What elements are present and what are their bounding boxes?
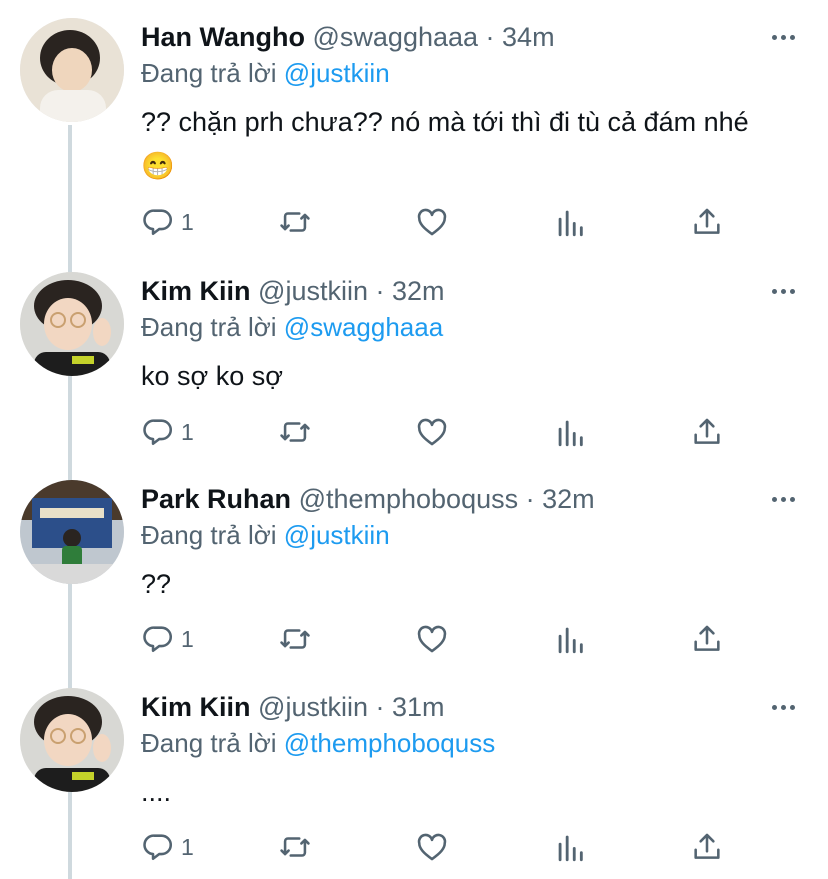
replying-to: Đang trả lời @justkiin — [141, 518, 390, 552]
reply-icon — [143, 419, 173, 446]
action-bar: 1 — [141, 202, 741, 242]
park-ruhan-avatar — [20, 480, 124, 584]
user-handle[interactable]: @themphoboquss — [299, 484, 519, 514]
timestamp[interactable]: · 34m — [486, 22, 555, 52]
share-button[interactable] — [690, 412, 724, 452]
tweet-header: Han Wangho @swagghaaa · 34m — [141, 20, 555, 54]
tweet[interactable]: Han Wangho @swagghaaa · 34m Đang trả lời… — [0, 0, 828, 237]
retweet-button[interactable] — [278, 202, 312, 242]
display-name[interactable]: Park Ruhan — [141, 484, 291, 514]
retweet-icon — [280, 837, 310, 857]
tweet-text: ?? chặn prh chưa?? nó mà tới thì đi tù c… — [141, 107, 749, 181]
share-button[interactable] — [690, 619, 724, 659]
share-icon — [694, 833, 720, 859]
user-handle[interactable]: @justkiin — [258, 692, 368, 722]
user-handle[interactable]: @swagghaaa — [313, 22, 479, 52]
retweet-button[interactable] — [278, 827, 312, 867]
timestamp[interactable]: · 32m — [376, 276, 445, 306]
tweet-text: ko sợ ko sợ — [141, 361, 283, 391]
timestamp[interactable]: · 32m — [526, 484, 595, 514]
han-wangho-avatar — [20, 18, 124, 122]
reply-prefix: Đang trả lời — [141, 58, 277, 88]
kim-kiin-avatar — [20, 272, 124, 376]
retweet-icon — [280, 629, 310, 649]
display-name[interactable]: Kim Kiin — [141, 692, 251, 722]
like-button[interactable] — [415, 827, 449, 867]
analytics-icon — [558, 420, 583, 447]
tweet-header: Kim Kiin @justkiin · 32m — [141, 274, 445, 308]
share-button[interactable] — [690, 202, 724, 242]
more-icon[interactable] — [772, 26, 798, 48]
user-handle[interactable]: @justkiin — [258, 276, 368, 306]
share-icon — [694, 418, 720, 444]
reply-button[interactable]: 1 — [141, 202, 194, 242]
replying-to: Đang trả lời @swagghaaa — [141, 310, 443, 344]
analytics-button[interactable] — [553, 202, 587, 242]
more-icon[interactable] — [772, 488, 798, 510]
action-bar: 1 — [141, 827, 741, 867]
analytics-button[interactable] — [553, 412, 587, 452]
kim-kiin-avatar — [20, 688, 124, 792]
reply-icon — [143, 209, 173, 236]
tweet-text: .... — [141, 777, 172, 807]
share-icon — [694, 625, 720, 651]
reply-count: 1 — [181, 208, 194, 235]
retweet-icon — [280, 212, 310, 232]
reply-prefix: Đang trả lời — [141, 520, 277, 550]
replying-to: Đang trả lời @justkiin — [141, 56, 390, 90]
tweet[interactable]: Kim Kiin @justkiin · 31m Đang trả lời @t… — [0, 670, 828, 878]
retweet-button[interactable] — [278, 412, 312, 452]
reply-button[interactable]: 1 — [141, 827, 194, 867]
reply-count: 1 — [181, 833, 194, 860]
reply-button[interactable]: 1 — [141, 412, 194, 452]
analytics-icon — [558, 627, 583, 654]
action-bar: 1 — [141, 412, 741, 452]
like-button[interactable] — [415, 619, 449, 659]
retweet-icon — [280, 422, 310, 442]
like-icon — [417, 625, 447, 653]
mention-link[interactable]: @justkiin — [284, 520, 390, 550]
reply-count: 1 — [181, 625, 194, 652]
share-icon — [694, 208, 720, 234]
share-button[interactable] — [690, 827, 724, 867]
like-icon — [417, 833, 447, 861]
like-button[interactable] — [415, 412, 449, 452]
tweet[interactable]: Kim Kiin @justkiin · 32m Đang trả lời @s… — [0, 254, 828, 462]
reply-button[interactable]: 1 — [141, 619, 194, 659]
reply-icon — [143, 626, 173, 653]
avatar[interactable] — [20, 272, 124, 376]
display-name[interactable]: Kim Kiin — [141, 276, 251, 306]
action-bar: 1 — [141, 619, 741, 659]
analytics-icon — [558, 835, 583, 862]
tweet[interactable]: Park Ruhan @themphoboquss · 32m Đang trả… — [0, 462, 828, 670]
like-button[interactable] — [415, 202, 449, 242]
avatar[interactable] — [20, 688, 124, 792]
more-icon[interactable] — [772, 696, 798, 718]
avatar[interactable] — [20, 18, 124, 122]
tweet-header: Park Ruhan @themphoboquss · 32m — [141, 482, 595, 516]
reply-count: 1 — [181, 418, 194, 445]
analytics-button[interactable] — [553, 827, 587, 867]
mention-link[interactable]: @justkiin — [284, 58, 390, 88]
like-icon — [417, 208, 447, 236]
timestamp[interactable]: · 31m — [376, 692, 445, 722]
tweet-text: ?? — [141, 569, 172, 599]
mention-link[interactable]: @swagghaaa — [284, 312, 443, 342]
reply-prefix: Đang trả lời — [141, 312, 277, 342]
tweet-header: Kim Kiin @justkiin · 31m — [141, 690, 445, 724]
more-icon[interactable] — [772, 280, 798, 302]
retweet-button[interactable] — [278, 619, 312, 659]
avatar[interactable] — [20, 480, 124, 584]
reply-prefix: Đang trả lời — [141, 728, 277, 758]
reply-icon — [143, 834, 173, 861]
like-icon — [417, 418, 447, 446]
display-name[interactable]: Han Wangho — [141, 22, 305, 52]
analytics-button[interactable] — [553, 619, 587, 659]
mention-link[interactable]: @themphoboquss — [284, 728, 495, 758]
replying-to: Đang trả lời @themphoboquss — [141, 726, 495, 760]
analytics-icon — [558, 210, 583, 237]
